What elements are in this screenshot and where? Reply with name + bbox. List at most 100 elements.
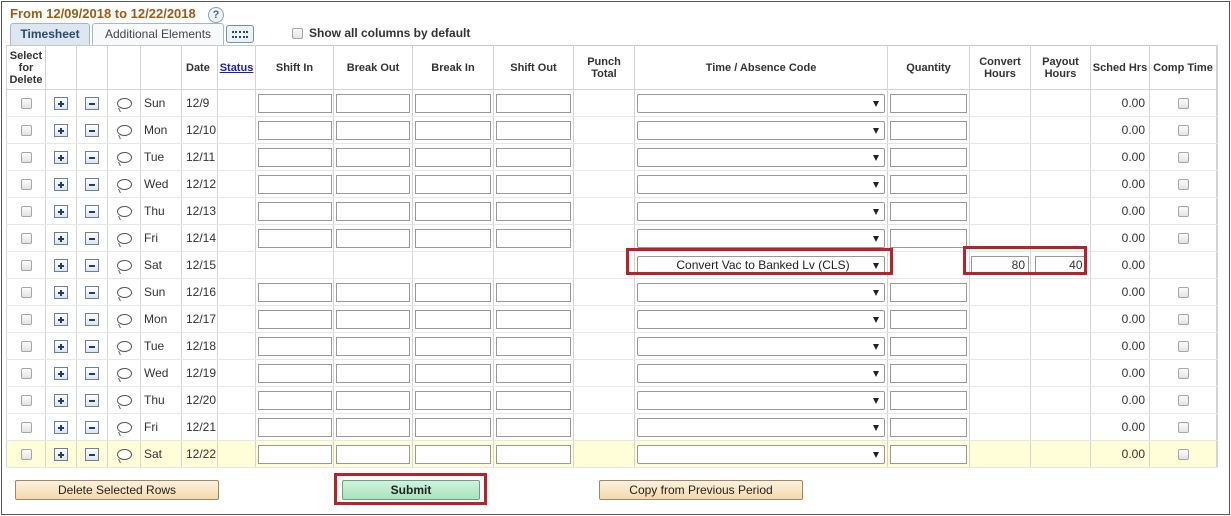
comp-time-checkbox[interactable] — [1177, 233, 1189, 245]
break-out-input[interactable] — [336, 147, 410, 167]
shift-in-input[interactable] — [257, 174, 332, 194]
comp-time-checkbox[interactable] — [1177, 206, 1189, 218]
time-absence-code-select[interactable] — [637, 174, 885, 194]
comment-icon[interactable] — [116, 449, 132, 461]
shift-out-input[interactable] — [496, 93, 571, 113]
select-delete-checkbox[interactable] — [20, 98, 32, 110]
comment-icon[interactable] — [116, 314, 132, 326]
select-delete-checkbox[interactable] — [20, 179, 32, 191]
add-row-icon[interactable] — [54, 178, 68, 192]
break-in-input[interactable] — [415, 201, 491, 221]
comp-time-checkbox[interactable] — [1177, 368, 1189, 380]
comp-time-checkbox[interactable] — [1177, 314, 1189, 326]
break-out-input[interactable] — [336, 120, 410, 140]
comp-time-checkbox[interactable] — [1177, 98, 1189, 110]
break-out-input[interactable] — [336, 228, 410, 248]
comment-icon[interactable] — [116, 206, 132, 218]
select-delete-checkbox[interactable] — [20, 125, 32, 137]
shift-in-input[interactable] — [257, 282, 332, 302]
break-in-input[interactable] — [415, 363, 491, 383]
shift-out-input[interactable] — [496, 390, 571, 410]
comment-icon[interactable] — [116, 368, 132, 380]
shift-in-input[interactable] — [257, 93, 332, 113]
time-absence-code-select[interactable] — [637, 120, 885, 140]
add-row-icon[interactable] — [54, 367, 68, 381]
quantity-input[interactable] — [890, 201, 967, 221]
time-absence-code-select[interactable] — [637, 390, 885, 410]
break-in-input[interactable] — [415, 282, 491, 302]
comment-icon[interactable] — [116, 233, 132, 245]
remove-row-icon[interactable] — [85, 286, 99, 300]
remove-row-icon[interactable] — [85, 205, 99, 219]
remove-row-icon[interactable] — [85, 151, 99, 165]
add-row-icon[interactable] — [54, 313, 68, 327]
break-in-input[interactable] — [415, 174, 491, 194]
comment-icon[interactable] — [116, 341, 132, 353]
break-in-input[interactable] — [415, 417, 491, 437]
remove-row-icon[interactable] — [85, 259, 99, 273]
quantity-input[interactable] — [890, 282, 967, 302]
add-row-icon[interactable] — [54, 394, 68, 408]
break-out-input[interactable] — [336, 390, 410, 410]
comp-time-checkbox[interactable] — [1177, 395, 1189, 407]
remove-row-icon[interactable] — [85, 394, 99, 408]
break-out-input[interactable] — [336, 201, 410, 221]
shift-out-input[interactable] — [496, 309, 571, 329]
quantity-input[interactable] — [890, 228, 967, 248]
shift-out-input[interactable] — [496, 417, 571, 437]
delete-selected-rows-button[interactable]: Delete Selected Rows — [15, 480, 219, 500]
quantity-input[interactable] — [890, 363, 967, 383]
break-in-input[interactable] — [415, 93, 491, 113]
shift-out-input[interactable] — [496, 363, 571, 383]
remove-row-icon[interactable] — [85, 97, 99, 111]
select-delete-checkbox[interactable] — [20, 233, 32, 245]
tab-additional-elements[interactable]: Additional Elements — [92, 23, 224, 45]
add-row-icon[interactable] — [54, 124, 68, 138]
quantity-input[interactable] — [890, 444, 967, 464]
quantity-input[interactable] — [890, 390, 967, 410]
shift-in-input[interactable] — [257, 390, 332, 410]
comment-icon[interactable] — [116, 152, 132, 164]
comp-time-checkbox[interactable] — [1177, 287, 1189, 299]
comment-icon[interactable] — [116, 260, 132, 272]
select-delete-checkbox[interactable] — [20, 368, 32, 380]
shift-out-input[interactable] — [496, 174, 571, 194]
remove-row-icon[interactable] — [85, 232, 99, 246]
quantity-input[interactable] — [890, 147, 967, 167]
remove-row-icon[interactable] — [85, 178, 99, 192]
time-absence-code-select[interactable] — [637, 147, 885, 167]
shift-out-input[interactable] — [496, 282, 571, 302]
select-delete-checkbox[interactable] — [20, 206, 32, 218]
remove-row-icon[interactable] — [85, 448, 99, 462]
shift-in-input[interactable] — [257, 201, 332, 221]
add-row-icon[interactable] — [54, 232, 68, 246]
comp-time-checkbox[interactable] — [1177, 341, 1189, 353]
shift-out-input[interactable] — [496, 147, 571, 167]
add-row-icon[interactable] — [54, 151, 68, 165]
time-absence-code-select[interactable] — [637, 363, 885, 383]
select-delete-checkbox[interactable] — [20, 314, 32, 326]
remove-row-icon[interactable] — [85, 313, 99, 327]
shift-out-input[interactable] — [496, 444, 571, 464]
add-row-icon[interactable] — [54, 286, 68, 300]
remove-row-icon[interactable] — [85, 421, 99, 435]
add-row-icon[interactable] — [54, 340, 68, 354]
comp-time-checkbox[interactable] — [1177, 152, 1189, 164]
submit-button[interactable]: Submit — [342, 480, 480, 500]
shift-in-input[interactable] — [257, 363, 332, 383]
break-out-input[interactable] — [336, 363, 410, 383]
time-absence-code-select[interactable] — [637, 444, 885, 464]
comment-icon[interactable] — [116, 125, 132, 137]
shift-out-input[interactable] — [496, 120, 571, 140]
break-in-input[interactable] — [415, 390, 491, 410]
add-row-icon[interactable] — [54, 259, 68, 273]
select-delete-checkbox[interactable] — [20, 341, 32, 353]
quantity-input[interactable] — [890, 336, 967, 356]
shift-out-input[interactable] — [496, 336, 571, 356]
remove-row-icon[interactable] — [85, 367, 99, 381]
add-row-icon[interactable] — [54, 97, 68, 111]
quantity-input[interactable] — [890, 174, 967, 194]
shift-in-input[interactable] — [257, 309, 332, 329]
select-delete-checkbox[interactable] — [20, 152, 32, 164]
comment-icon[interactable] — [116, 179, 132, 191]
